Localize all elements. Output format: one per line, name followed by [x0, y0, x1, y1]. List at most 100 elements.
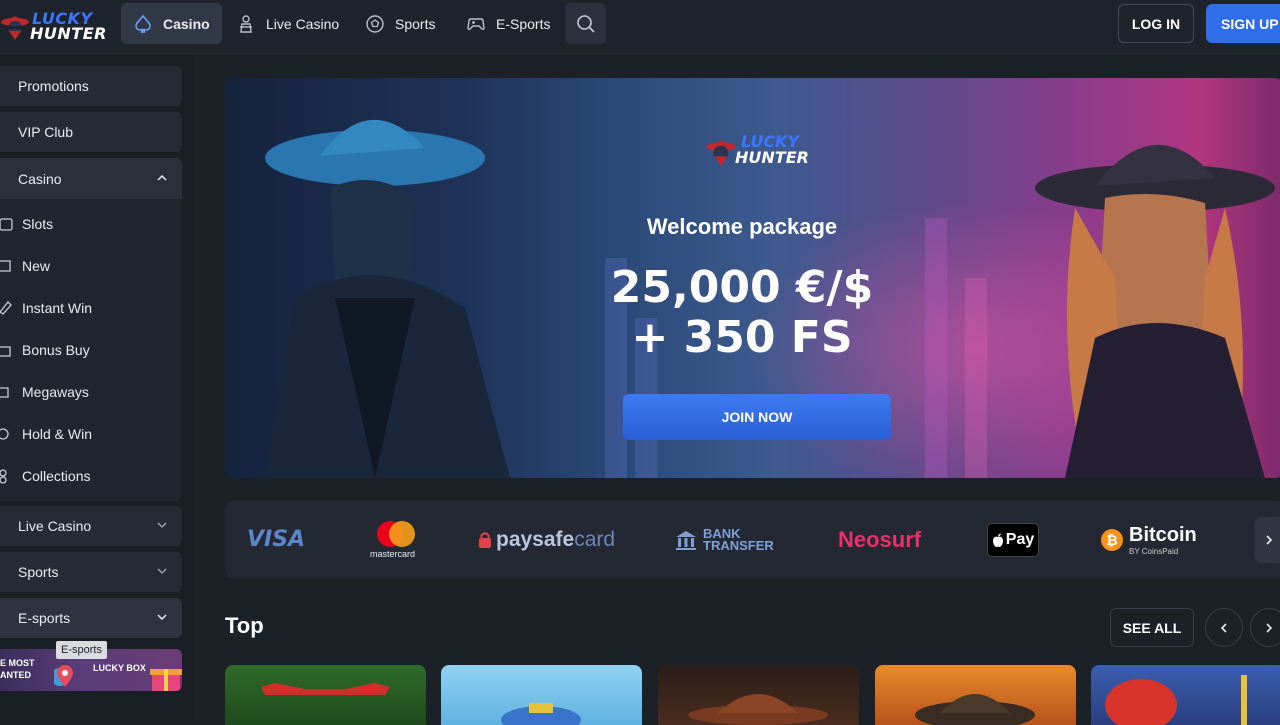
lock-icon: [479, 531, 491, 548]
sidebar-sub-collections[interactable]: Collections: [0, 461, 90, 491]
search-button[interactable]: [565, 3, 606, 44]
sidebar-sub-label: Bonus Buy: [22, 342, 90, 358]
apple-icon: [992, 533, 1003, 547]
promo-left-text: E MOST ANTED: [0, 657, 35, 681]
game-tile[interactable]: [225, 665, 426, 725]
chevron-up-icon: [157, 174, 167, 181]
game-tile[interactable]: [658, 665, 859, 725]
nav-esports-label: E-Sports: [496, 15, 551, 32]
rocket-icon: [0, 301, 12, 315]
sidebar-item-esports[interactable]: E-sports: [0, 598, 182, 638]
bank-icon: [676, 530, 696, 550]
nav-sports-label: Sports: [395, 15, 436, 32]
slots-icon: [0, 218, 13, 231]
join-now-button[interactable]: JOIN NOW: [623, 394, 891, 440]
brand-logo[interactable]: LUCKY HUNTER: [0, 8, 106, 46]
nav-casino-label: Casino: [163, 15, 210, 32]
nav-live-casino[interactable]: Live Casino: [224, 3, 351, 44]
payments-next-button[interactable]: [1255, 517, 1280, 563]
sidebar-sub-label: Megaways: [22, 384, 89, 400]
gamepad-icon: [467, 17, 485, 30]
payment-methods-strip: VISA mastercard paysafe card BANK TRANSFE…: [225, 501, 1280, 578]
bag-icon: [0, 346, 11, 357]
mastercard-label: mastercard: [370, 548, 416, 559]
megaways-icon: [0, 387, 9, 398]
bitcoin-subtext: BY CoinsPaid: [1129, 546, 1179, 556]
chevron-right-icon: [1266, 622, 1273, 633]
sidebar-sub-hold-win[interactable]: Hold & Win: [0, 419, 92, 449]
hunter-mascot-icon: [1, 16, 29, 40]
promo-left-line2: ANTED: [0, 670, 31, 680]
game-thumbnail-art: [688, 694, 828, 725]
new-icon: [0, 260, 11, 272]
sidebar-item-label: E-sports: [18, 610, 71, 626]
brand-word-hunter: HUNTER: [30, 24, 107, 43]
nav-live-casino-label: Live Casino: [266, 15, 340, 32]
login-button[interactable]: LOG IN: [1118, 4, 1194, 43]
nav-sports[interactable]: Sports: [353, 3, 447, 44]
paysafe-card-text: card: [574, 527, 616, 551]
sidebar-item-live-casino[interactable]: Live Casino: [0, 506, 182, 546]
sidebar-item-vip-club[interactable]: VIP Club: [0, 112, 182, 152]
chevron-down-icon: [157, 522, 167, 529]
coins-icon: [0, 428, 9, 440]
sidebar-item-label: Sports: [18, 564, 59, 580]
top-section-title: Top: [225, 613, 264, 638]
sidebar-item-label: Promotions: [18, 78, 89, 94]
hero-logo-hunter: HUNTER: [735, 148, 809, 167]
nav-esports[interactable]: E-Sports: [454, 3, 562, 44]
carousel-next-button[interactable]: [1250, 608, 1280, 647]
chevron-down-icon: [157, 568, 167, 575]
signup-button[interactable]: SIGN UP: [1206, 4, 1280, 43]
bank-transfer-logo: BANK TRANSFER: [675, 501, 774, 578]
sidebar-item-casino[interactable]: Casino: [0, 158, 182, 199]
sidebar-item-label: VIP Club: [18, 124, 73, 140]
dealer-icon: [240, 14, 252, 33]
carousel-prev-button[interactable]: [1205, 608, 1243, 647]
game-tile[interactable]: [875, 665, 1076, 725]
apple-pay-text: Pay: [1005, 530, 1035, 548]
sidebar-sub-label: Collections: [22, 468, 91, 484]
promo-left-line1: E MOST: [0, 658, 35, 668]
see-all-button[interactable]: SEE ALL: [1110, 608, 1194, 647]
chevron-right-icon: [1266, 535, 1273, 545]
sidebar-item-label: Live Casino: [18, 518, 92, 534]
game-tile[interactable]: [441, 665, 642, 725]
sidebar-sub-megaways[interactable]: Megaways: [0, 377, 89, 407]
bitcoin-text: Bitcoin: [1129, 523, 1197, 546]
hero-bonus-amount: 25,000 €/$: [610, 262, 874, 313]
paysafe-text: paysafe: [496, 527, 575, 551]
game-thumbnail-art: [501, 703, 581, 725]
search-icon: [576, 14, 595, 33]
visa-logo: VISA: [247, 527, 306, 552]
hero-banner[interactable]: LUCKY HUNTER Welcome package 25,000 €/$ …: [225, 78, 1280, 478]
promo-lucky-box-text: LUCKY BOX: [93, 663, 146, 673]
hero-title: Welcome package: [646, 214, 838, 239]
hero-logo: LUCKY HUNTER: [705, 130, 815, 174]
sidebar-sub-label: New: [22, 258, 51, 274]
paysafecard-logo: paysafe card: [478, 501, 615, 578]
mastercard-circles-icon: [373, 520, 415, 547]
bitcoin-text-block: Bitcoin BY CoinsPaid: [1129, 524, 1197, 556]
sidebar-sub-instant-win[interactable]: Instant Win: [0, 293, 92, 323]
esports-tooltip: E-sports: [56, 641, 107, 659]
sidebar-sub-new[interactable]: New: [0, 251, 50, 281]
gift-box-icon: [150, 669, 182, 691]
sidebar-item-promotions[interactable]: Promotions: [0, 66, 182, 106]
sidebar-item-sports[interactable]: Sports: [0, 552, 182, 592]
game-thumbnail-art: [261, 683, 390, 695]
bitcoin-logo: ₿ Bitcoin BY CoinsPaid: [1101, 501, 1197, 578]
game-tile[interactable]: [1091, 665, 1280, 725]
nav-casino[interactable]: Casino: [121, 3, 222, 44]
sidebar-sub-slots[interactable]: Slots: [0, 209, 53, 239]
sidebar-item-label: Casino: [18, 170, 62, 187]
chevron-down-icon: [157, 614, 167, 621]
apple-pay-logo: Pay: [987, 501, 1039, 578]
top-bar: LUCKY HUNTER Casino Live Casino Sports E…: [0, 0, 1280, 54]
spade-icon: [135, 14, 151, 33]
sidebar-sub-label: Hold & Win: [22, 426, 93, 442]
collections-icon: [0, 469, 7, 484]
sidebar-sub-bonus-buy[interactable]: Bonus Buy: [0, 335, 90, 365]
game-thumbnail-art: [915, 694, 1035, 725]
chevron-left-icon: [1220, 622, 1227, 633]
